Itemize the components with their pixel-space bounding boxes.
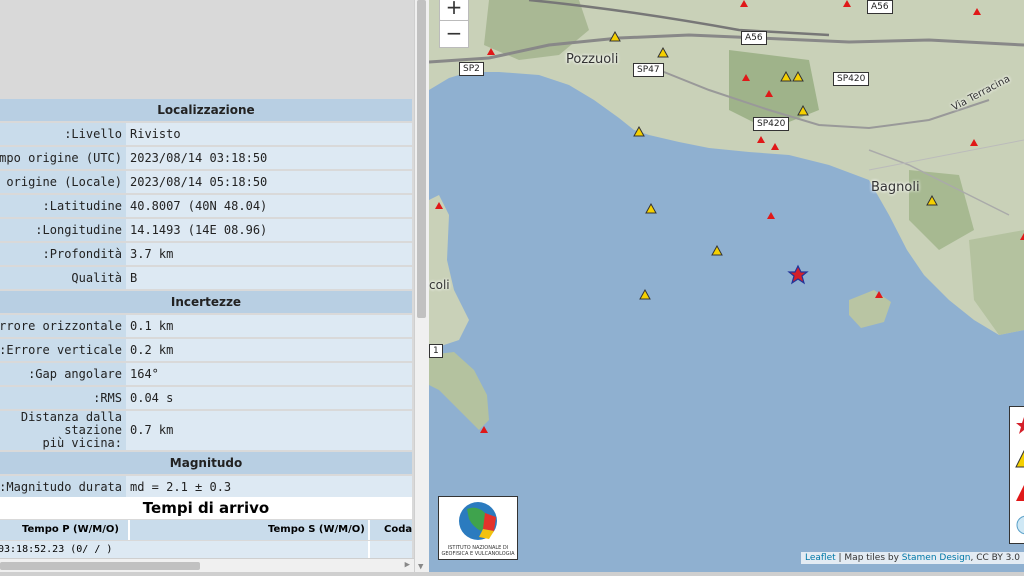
- road-sp47: SP47: [633, 63, 664, 77]
- leaflet-link[interactable]: Leaflet: [805, 553, 836, 563]
- row-distanza-stazione: Distanza dalla stazione più vicina: 0.7 …: [0, 411, 412, 450]
- row-value: md = 2.1 ± 0.3: [126, 476, 412, 498]
- row-value: 3.7 km: [126, 243, 412, 265]
- row-label: Profondità:: [0, 243, 126, 265]
- event-details-panel: Localizzazione Livello:Rivisto Tempo ori…: [0, 0, 414, 576]
- distance-label-line1: Distanza dalla stazione: [20, 411, 122, 437]
- arrival-table-header: Tempo P (W/M/O) Tempo S (W/M/O) Coda: [0, 520, 412, 540]
- row-qualita: Qualità B: [0, 267, 412, 289]
- row-value: Rivisto: [126, 123, 412, 145]
- row-value: 164°: [126, 363, 412, 385]
- row-value: B: [126, 267, 412, 289]
- row-label: Latitudine:: [0, 195, 126, 217]
- distance-label-line2: più vicina:: [42, 436, 122, 450]
- row-value: 40.8007 (40N 48.04): [126, 195, 412, 217]
- place-bagnoli: Bagnoli: [871, 180, 920, 195]
- scroll-right-arrow-icon[interactable]: ▶: [405, 560, 410, 570]
- row-tempo-utc: Tempo origine (UTC):2023/08/14 03:18:50: [0, 147, 412, 169]
- row-label: Tempo origine (Locale):: [0, 171, 126, 193]
- zoom-in-button[interactable]: +: [439, 0, 469, 22]
- col-coda[interactable]: Coda: [384, 524, 412, 535]
- arrival-times-title: Tempi di arrivo: [0, 497, 412, 519]
- globe-icon: [459, 502, 497, 540]
- row-errore-orizzontale: Errore orizzontale:0.1 km: [0, 315, 412, 337]
- section-incertezze: Incertezze: [0, 291, 412, 313]
- row-label: Errore verticale:: [0, 339, 126, 361]
- stamen-link[interactable]: Stamen Design: [902, 553, 971, 563]
- road-a56: A56: [741, 31, 767, 45]
- window-bottom-edge: [0, 572, 1024, 576]
- row-tempo-locale: Tempo origine (Locale):2023/08/14 05:18:…: [0, 171, 412, 193]
- place-fragment: coli: [429, 278, 450, 292]
- row-value: 2023/08/14 03:18:50: [126, 147, 412, 169]
- row-livello: Livello: Rivisto: [0, 123, 412, 145]
- vertical-scrollbar[interactable]: ▼: [414, 0, 429, 576]
- row-value: 0.04 s: [126, 387, 412, 409]
- road-edge-label: 1: [429, 344, 443, 358]
- row-profondita: Profondità: 3.7 km: [0, 243, 412, 265]
- row-value: 0.7 km: [126, 411, 412, 450]
- row-longitudine: Longitudine: 14.1493 (14E 08.96): [0, 219, 412, 241]
- col-tempo-p[interactable]: Tempo P (W/M/O): [22, 524, 119, 535]
- place-pozzuoli: Pozzuoli: [566, 52, 619, 67]
- road-sp420-right: SP420: [833, 72, 870, 86]
- section-title: Incertezze: [0, 291, 412, 313]
- section-title: Magnitudo: [0, 452, 412, 474]
- road-sp2: SP2: [459, 62, 484, 76]
- event-info-table: Localizzazione Livello:Rivisto Tempo ori…: [0, 97, 412, 500]
- row-label: Magnitudo durata:: [0, 476, 126, 498]
- ingv-logo: ISTITUTO NAZIONALE DI GEOFISICA E VULCAN…: [438, 496, 518, 560]
- attribution-license: , CC BY 3.0: [970, 553, 1020, 563]
- row-label: Qualità: [0, 267, 126, 289]
- road-sp420: SP420: [753, 117, 790, 131]
- row-magnitudo-durata: Magnitudo durata:md = 2.1 ± 0.3: [0, 476, 412, 498]
- road-a56-top: A56: [867, 0, 893, 14]
- scroll-thumb[interactable]: [417, 0, 426, 318]
- row-value: 14.1493 (14E 08.96): [126, 219, 412, 241]
- col-tempo-s[interactable]: Tempo S (W/M/O): [268, 524, 365, 535]
- map-legend: [1009, 406, 1024, 544]
- scroll-thumb[interactable]: [0, 562, 200, 570]
- row-label: Gap angolare:: [0, 363, 126, 385]
- attribution-text: | Map tiles by: [835, 553, 902, 563]
- section-localizzazione: Localizzazione: [0, 99, 412, 121]
- arrival-row: 03:18:52.23 (0/ / ): [0, 541, 412, 558]
- row-value: 0.1 km: [126, 315, 412, 337]
- row-label: RMS:: [0, 387, 126, 409]
- row-label: Livello:: [0, 123, 126, 145]
- row-gap-angolare: Gap angolare: 164°: [0, 363, 412, 385]
- logo-text: ISTITUTO NAZIONALE DI GEOFISICA E VULCAN…: [441, 545, 515, 557]
- map-tiles: [429, 0, 1024, 572]
- row-errore-verticale: Errore verticale:0.2 km: [0, 339, 412, 361]
- row-label: Longitudine:: [0, 219, 126, 241]
- scroll-down-arrow-icon[interactable]: ▼: [418, 562, 423, 572]
- horizontal-scrollbar[interactable]: ▶: [0, 558, 414, 573]
- row-rms: RMS: 0.04 s: [0, 387, 412, 409]
- zoom-out-button[interactable]: −: [439, 20, 469, 48]
- row-label: Tempo origine (UTC):: [0, 147, 126, 169]
- tempo-p-value: 03:18:52.23 (0/ / ): [0, 544, 113, 555]
- row-label: Distanza dalla stazione più vicina:: [0, 411, 126, 450]
- section-magnitudo: Magnitudo: [0, 452, 412, 474]
- row-value: 0.2 km: [126, 339, 412, 361]
- row-value: 2023/08/14 05:18:50: [126, 171, 412, 193]
- legend-symbols: [1015, 417, 1024, 535]
- row-label: Errore orizzontale:: [0, 315, 126, 337]
- map-attribution: Leaflet | Map tiles by Stamen Design, CC…: [801, 552, 1024, 564]
- section-title: Localizzazione: [0, 99, 412, 121]
- epicenter-map[interactable]: SP2 SP47 A56 A56 SP420 SP420 Pozzuoli Ba…: [429, 0, 1024, 572]
- row-latitudine: Latitudine: 40.8007 (40N 48.04): [0, 195, 412, 217]
